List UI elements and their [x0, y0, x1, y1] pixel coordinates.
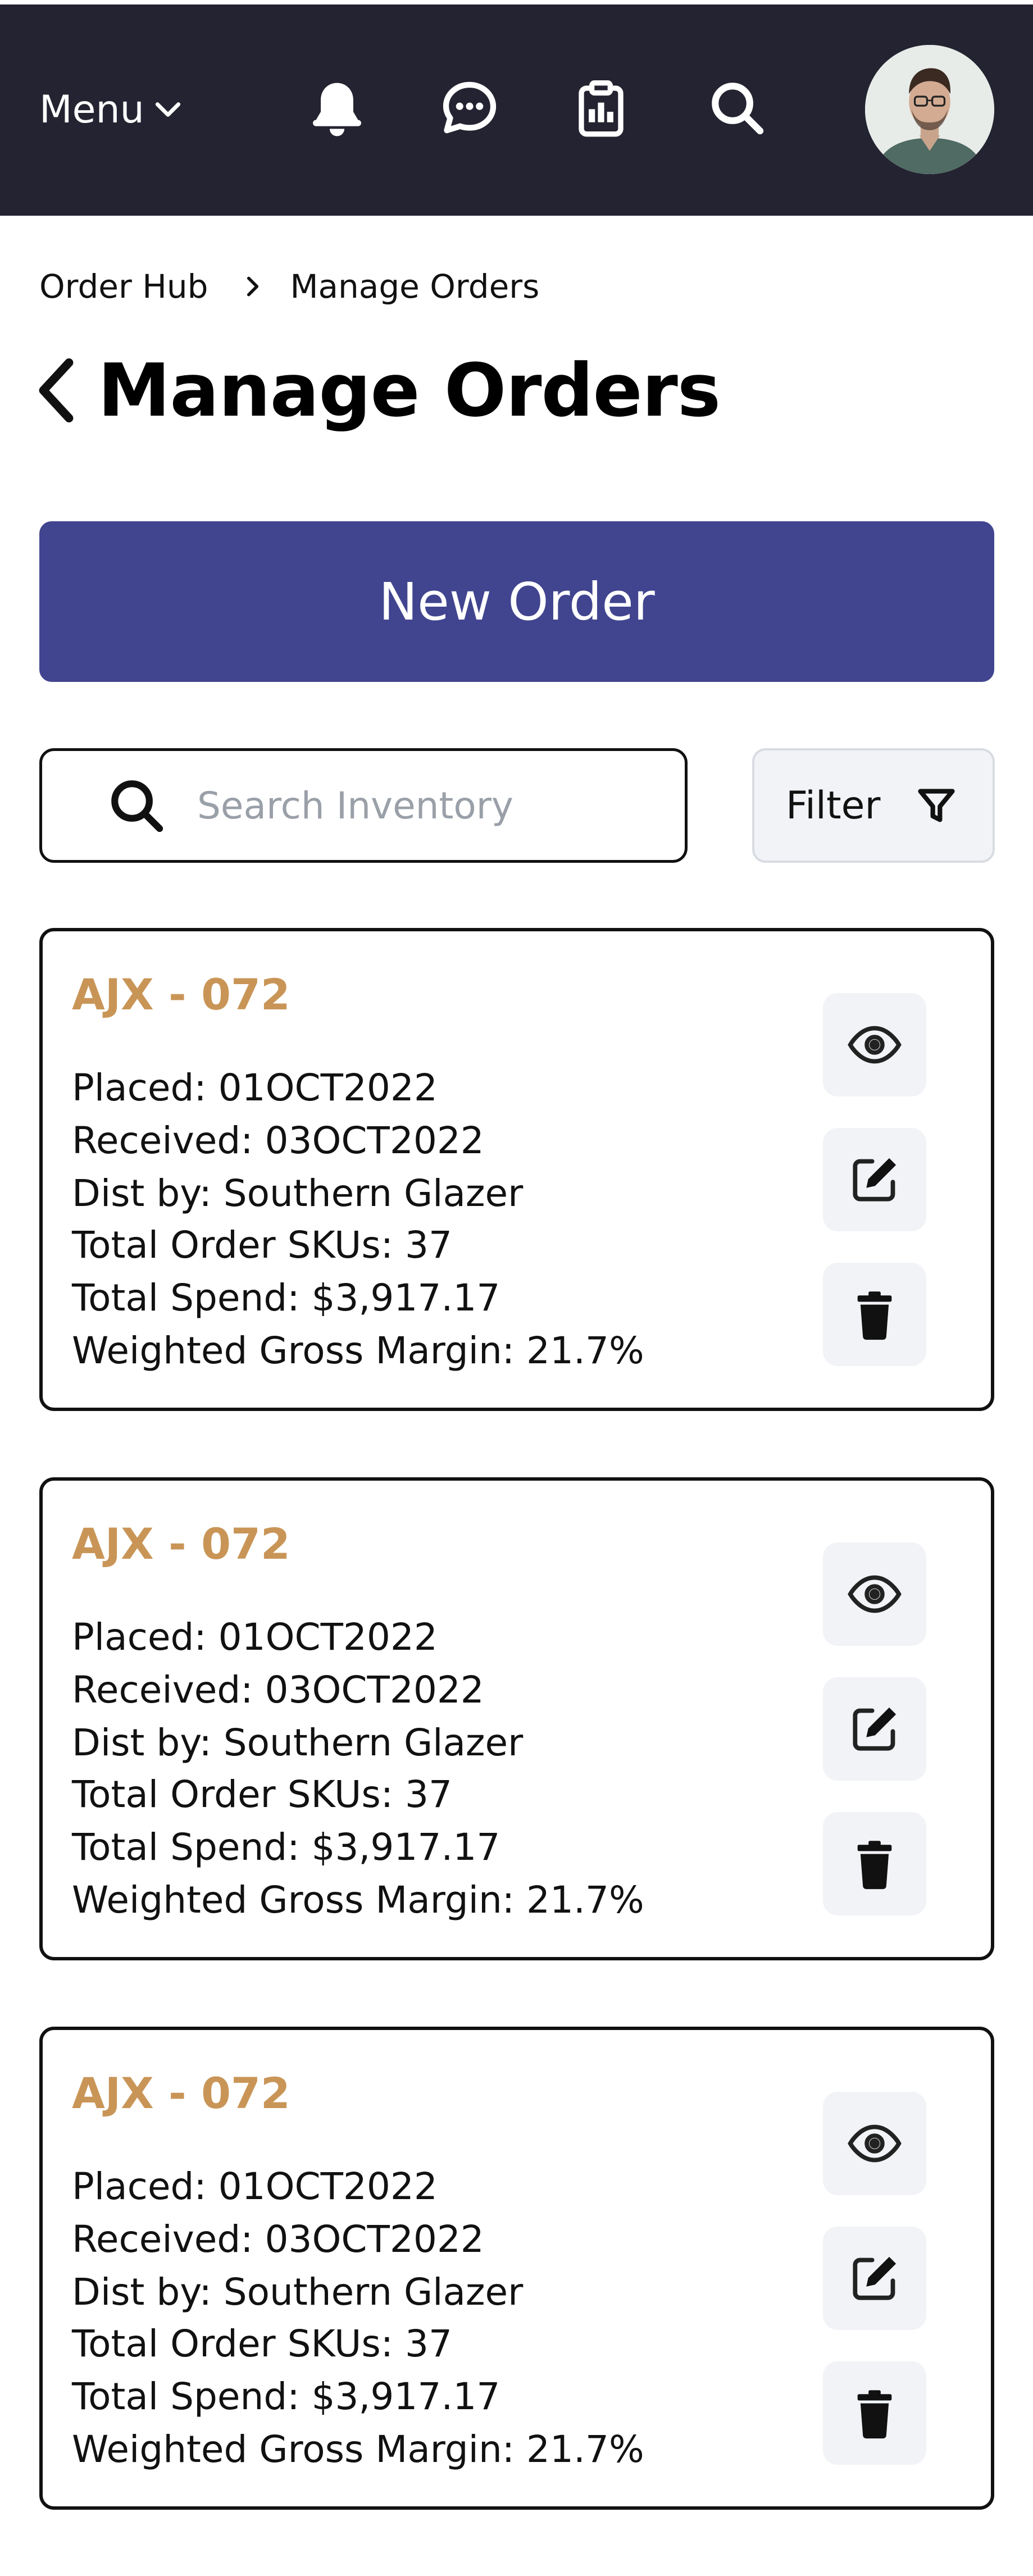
reports-button[interactable] — [570, 76, 632, 139]
search-input[interactable] — [197, 784, 658, 827]
top-edge-strip — [0, 0, 1033, 4]
edit-icon — [853, 2256, 897, 2300]
edit-icon — [853, 1158, 897, 1201]
order-list: AJX - 072 Placed: 01OCT2022 Received: 03… — [39, 928, 994, 2576]
edit-order-button[interactable] — [823, 1128, 926, 1231]
edit-order-button[interactable] — [823, 2227, 926, 2330]
view-order-button[interactable] — [823, 1542, 926, 1646]
view-icon — [848, 2124, 902, 2163]
new-order-button[interactable]: New Order — [39, 521, 994, 682]
breadcrumb-separator — [240, 273, 265, 300]
order-distributor: Dist by: Southern Glazer — [72, 1721, 524, 1764]
order-card: AJX - 072 Placed: 01OCT2022 Received: 03… — [39, 928, 994, 1411]
order-distributor: Dist by: Southern Glazer — [72, 1172, 524, 1215]
search-icon — [712, 83, 764, 135]
edit-icon — [853, 1707, 897, 1751]
order-margin: Weighted Gross Margin: 21.7% — [72, 2428, 644, 2471]
user-photo — [865, 45, 994, 174]
search-box[interactable] — [39, 748, 688, 863]
filter-button[interactable]: Filter — [752, 748, 995, 863]
delete-order-button[interactable] — [823, 1812, 926, 1915]
order-skus: Total Order SKUs: 37 — [72, 2322, 452, 2365]
order-card: AJX - 072 Placed: 01OCT2022 Received: 03… — [39, 1477, 994, 1960]
trash-icon — [857, 1841, 892, 1890]
bell-icon — [313, 83, 361, 136]
edit-order-button[interactable] — [823, 1677, 926, 1781]
order-card: AJX - 072 Placed: 01OCT2022 Received: 03… — [39, 2027, 994, 2510]
order-placed: Placed: 01OCT2022 — [72, 1066, 438, 1109]
view-icon — [848, 1026, 902, 1064]
page-title: Manage Orders — [98, 348, 721, 433]
order-spend: Total Spend: $3,917.17 — [72, 1826, 500, 1869]
trash-icon — [857, 1291, 892, 1340]
user-avatar[interactable] — [865, 45, 994, 174]
delete-order-button[interactable] — [823, 2361, 926, 2465]
trash-icon — [857, 2390, 892, 2439]
filter-label: Filter — [786, 783, 881, 828]
order-skus: Total Order SKUs: 37 — [72, 1773, 452, 1816]
order-received: Received: 03OCT2022 — [72, 1668, 484, 1712]
view-order-button[interactable] — [823, 993, 926, 1096]
delete-order-button[interactable] — [823, 1263, 926, 1366]
chevron-right-icon — [247, 276, 259, 297]
chevron-down-icon — [155, 102, 180, 117]
clipboard-icon — [579, 80, 624, 137]
order-margin: Weighted Gross Margin: 21.7% — [72, 1878, 644, 1922]
search-icon — [111, 780, 163, 832]
chevron-left-icon — [39, 358, 74, 423]
view-order-button[interactable] — [823, 2092, 926, 2195]
view-icon — [848, 1575, 902, 1613]
order-id[interactable]: AJX - 072 — [72, 1519, 290, 1569]
filter-icon — [918, 789, 955, 822]
search-button[interactable] — [706, 76, 768, 139]
order-received: Received: 03OCT2022 — [72, 2218, 484, 2261]
order-spend: Total Spend: $3,917.17 — [72, 2375, 500, 2418]
messages-button[interactable] — [438, 76, 501, 139]
order-id[interactable]: AJX - 072 — [72, 970, 290, 1020]
order-margin: Weighted Gross Margin: 21.7% — [72, 1329, 644, 1372]
breadcrumb: Order Hub Manage Orders — [39, 267, 539, 306]
order-placed: Placed: 01OCT2022 — [72, 2165, 438, 2208]
back-button[interactable] — [35, 351, 85, 430]
breadcrumb-current: Manage Orders — [290, 267, 540, 306]
page-title-row: Manage Orders — [35, 343, 721, 438]
order-received: Received: 03OCT2022 — [72, 1119, 484, 1162]
chat-icon — [443, 81, 497, 134]
top-nav-bar: Menu — [0, 0, 1033, 216]
menu-label: Menu — [39, 87, 144, 132]
breadcrumb-order-hub[interactable]: Order Hub — [39, 267, 208, 306]
order-placed: Placed: 01OCT2022 — [72, 1615, 438, 1659]
menu-button[interactable]: Menu — [39, 84, 184, 135]
order-skus: Total Order SKUs: 37 — [72, 1223, 452, 1267]
notifications-button[interactable] — [306, 76, 368, 139]
order-id[interactable]: AJX - 072 — [72, 2068, 290, 2118]
order-spend: Total Spend: $3,917.17 — [72, 1276, 500, 1319]
order-distributor: Dist by: Southern Glazer — [72, 2270, 524, 2314]
